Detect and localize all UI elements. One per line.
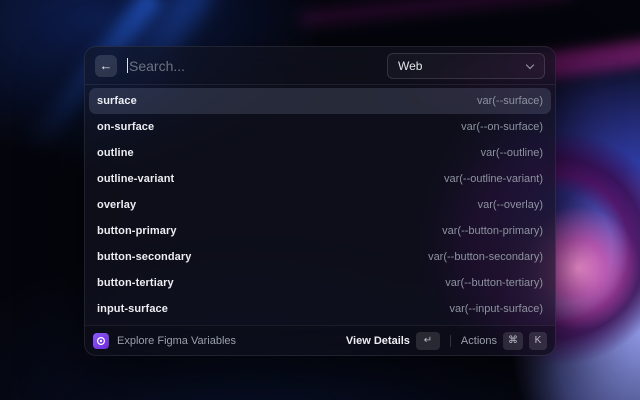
target-icon <box>96 336 106 346</box>
variable-css-value: var(--button-tertiary) <box>445 277 543 289</box>
enter-key-badge[interactable]: ↵ <box>416 332 440 350</box>
variable-css-value: var(--outline) <box>481 147 543 159</box>
wallpaper-streak-magenta <box>300 0 570 26</box>
variable-name: input-surface <box>97 303 168 315</box>
variable-css-value: var(--button-primary) <box>442 225 543 237</box>
chevron-down-icon <box>526 60 534 68</box>
list-item[interactable]: overlay var(--overlay) <box>89 192 551 218</box>
variable-name: button-secondary <box>97 251 192 263</box>
back-button[interactable]: ← <box>95 55 117 77</box>
view-details-button[interactable]: View Details <box>346 335 410 347</box>
variable-css-value: var(--input-surface) <box>449 303 543 315</box>
variable-name: overlay <box>97 199 136 211</box>
footer-divider <box>450 335 451 347</box>
search-bar: ← Web <box>85 47 555 85</box>
command-palette-window: ← Web surface var(--surface) on-surface … <box>84 46 556 356</box>
search-field-wrap <box>127 58 387 74</box>
variable-css-value: var(--surface) <box>477 95 543 107</box>
variable-name: button-tertiary <box>97 277 174 289</box>
list-item[interactable]: outline-variant var(--outline-variant) <box>89 166 551 192</box>
command-key-badge[interactable]: ⌘ <box>503 332 523 350</box>
list-item[interactable]: button-tertiary var(--button-tertiary) <box>89 270 551 296</box>
list-item[interactable]: surface var(--surface) <box>89 88 551 114</box>
variable-name: outline <box>97 147 134 159</box>
figma-variables-app-icon target-icon <box>93 333 109 349</box>
list-item[interactable]: outline var(--outline) <box>89 140 551 166</box>
list-item[interactable]: button-primary var(--button-primary) <box>89 218 551 244</box>
variable-css-value: var(--outline-variant) <box>444 173 543 185</box>
actions-button[interactable]: Actions <box>461 335 497 347</box>
back-arrow-icon: ← <box>100 59 113 72</box>
desktop: { "header": { "back_label": "\u2190", "s… <box>0 0 640 400</box>
footer-actions: View Details ↵ Actions ⌘ K <box>346 332 547 350</box>
variable-name: surface <box>97 95 137 107</box>
search-input[interactable] <box>129 58 387 74</box>
variable-name: outline-variant <box>97 173 174 185</box>
variable-css-value: var(--button-secondary) <box>428 251 543 263</box>
variables-list: surface var(--surface) on-surface var(--… <box>85 85 555 325</box>
variable-name: on-surface <box>97 121 154 133</box>
k-key-badge[interactable]: K <box>529 332 547 350</box>
palette-footer: Explore Figma Variables View Details ↵ A… <box>85 325 555 355</box>
platform-dropdown-value: Web <box>398 59 422 73</box>
extension-name: Explore Figma Variables <box>117 335 236 347</box>
list-item[interactable]: button-secondary var(--button-secondary) <box>89 244 551 270</box>
platform-dropdown[interactable]: Web <box>387 53 545 79</box>
variable-name: button-primary <box>97 225 177 237</box>
list-item[interactable]: input-surface var(--input-surface) <box>89 296 551 322</box>
text-cursor <box>127 58 128 73</box>
variable-css-value: var(--on-surface) <box>461 121 543 133</box>
list-item[interactable]: on-surface var(--on-surface) <box>89 114 551 140</box>
variable-css-value: var(--overlay) <box>478 199 543 211</box>
